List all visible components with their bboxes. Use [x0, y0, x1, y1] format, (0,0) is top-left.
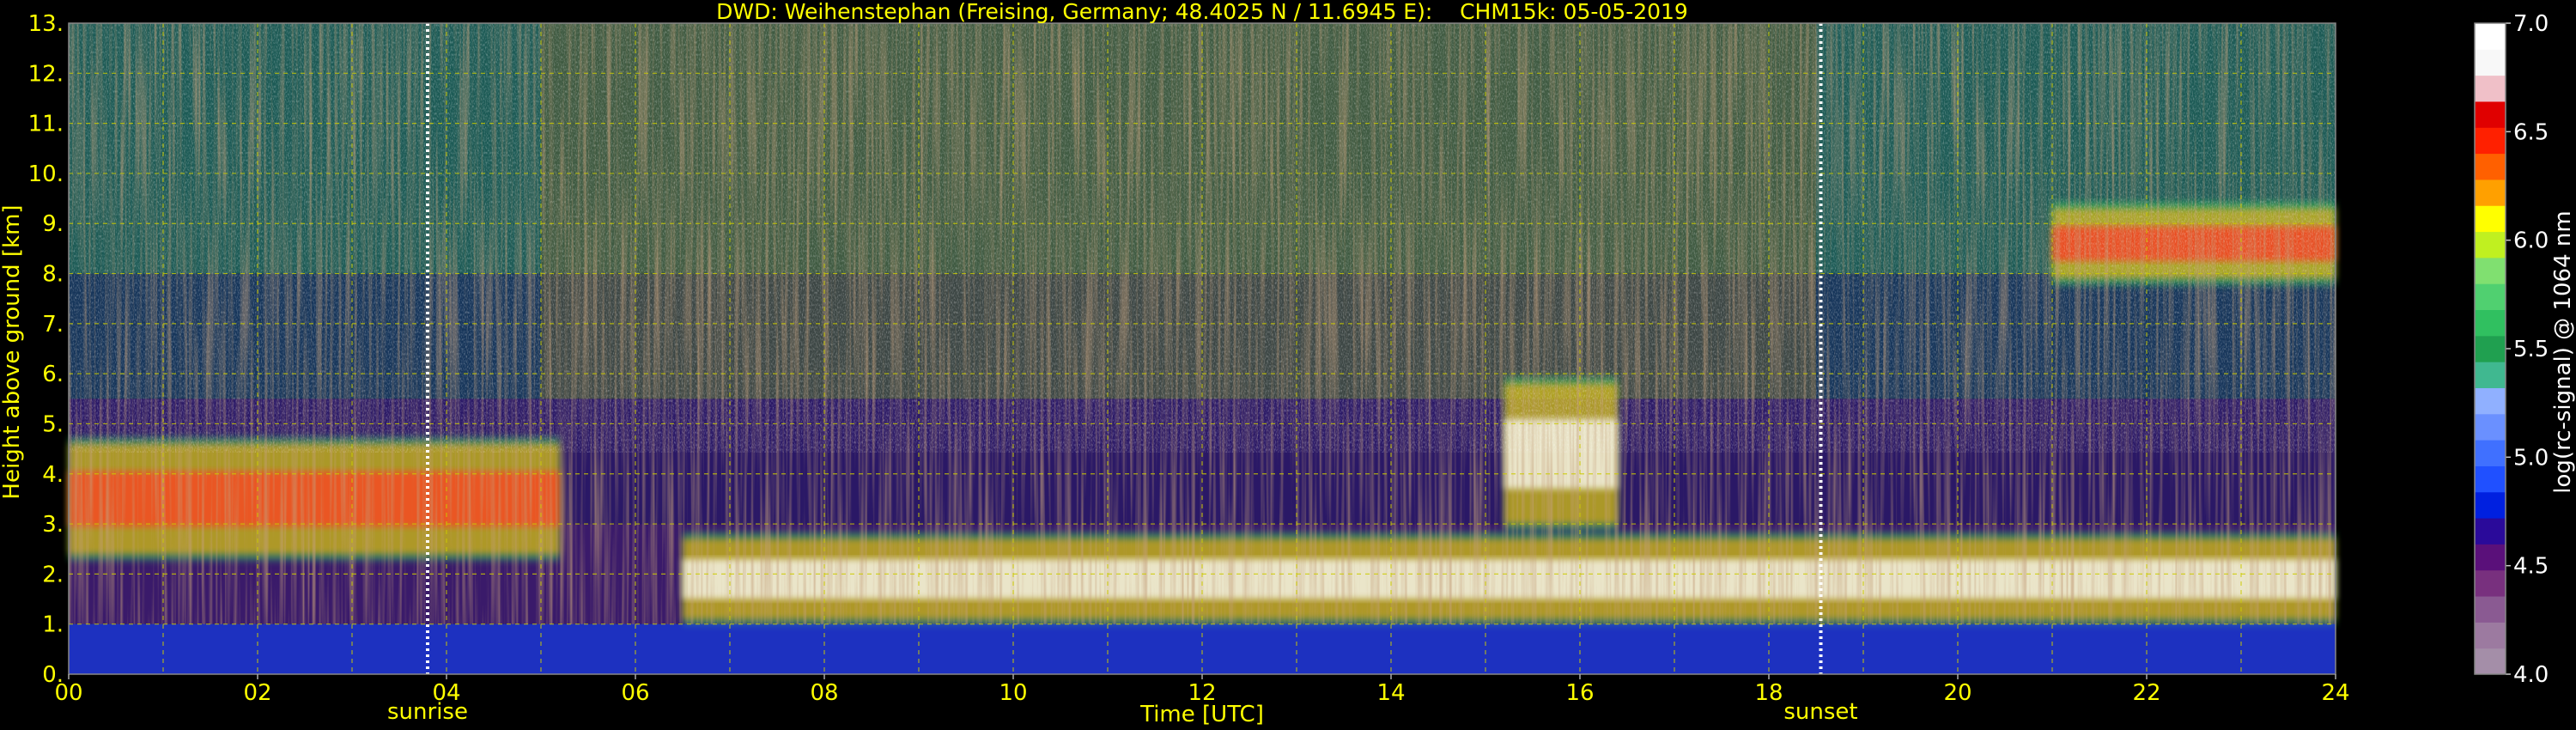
- colorbar-segment: [2475, 127, 2506, 155]
- colorbar-segment: [2475, 100, 2506, 128]
- x-tick-label: 06: [621, 680, 649, 706]
- colorbar-segment: [2475, 75, 2506, 102]
- y-tick-label: 8.: [42, 262, 64, 288]
- colorbar-segment: [2475, 153, 2506, 180]
- colorbar-segment: [2475, 622, 2506, 649]
- colorbar-segment: [2475, 596, 2506, 623]
- colorbar-tick-label: 6.0: [2513, 228, 2549, 254]
- y-tick-label: 9.: [42, 211, 64, 237]
- y-tick-label: 7.: [42, 312, 64, 338]
- x-tick-label: 00: [54, 680, 82, 706]
- colorbar-segment: [2475, 387, 2506, 415]
- colorbar-segment: [2475, 465, 2506, 493]
- colorbar-tick-label: 4.5: [2513, 554, 2549, 580]
- y-tick-label: 5.: [42, 411, 64, 437]
- lidar-ceilometer-chart: sunrise sunset 0.1.2.3.4.5.6.7.8.9.10.11.…: [0, 0, 2576, 727]
- x-tick-label: 22: [2132, 680, 2160, 706]
- colorbar-segment: [2475, 491, 2506, 519]
- colorbar-segment: [2475, 518, 2506, 544]
- x-tick-label: 04: [432, 680, 460, 706]
- colorbar-tick-label: 7.0: [2513, 11, 2549, 37]
- colorbar-segment: [2475, 49, 2506, 76]
- colorbar-segment: [2475, 309, 2506, 337]
- x-tick-label: 18: [1754, 680, 1783, 706]
- x-tick-label: 24: [2321, 680, 2349, 706]
- y-axis-label: Height above ground [km]: [0, 204, 25, 499]
- colorbar-segment: [2475, 569, 2506, 597]
- y-tick-label: 4.: [42, 462, 64, 488]
- colorbar-segment: [2475, 335, 2506, 362]
- x-tick-label: 10: [999, 680, 1027, 706]
- colorbar-segment: [2475, 544, 2506, 571]
- colorbar-segment: [2475, 648, 2506, 675]
- x-tick-label: 08: [810, 680, 838, 706]
- y-tick-label: 3.: [42, 512, 64, 538]
- colorbar-tick-label: 6.5: [2513, 119, 2549, 145]
- colorbar-tick-label: 5.0: [2513, 445, 2549, 471]
- colorbar-segment: [2475, 231, 2506, 259]
- colorbar-segment: [2475, 23, 2506, 50]
- colorbar-segment: [2475, 205, 2506, 233]
- colorbar-tick-label: 4.0: [2513, 662, 2549, 688]
- colorbar: 4.0 4.5 5.0 5.5 6.0 6.5 7.0: [2475, 11, 2549, 688]
- colorbar-segment: [2475, 257, 2506, 284]
- chart-title: DWD: Weihenstephan (Freising, Germany; 4…: [716, 0, 1688, 24]
- x-tick-label: 14: [1376, 680, 1405, 706]
- colorbar-segment: [2475, 283, 2506, 311]
- y-tick-label: 11.: [28, 112, 64, 137]
- x-tick-label: 16: [1565, 680, 1594, 706]
- x-tick-label: 02: [243, 680, 271, 706]
- x-axis-label: Time [UTC]: [1139, 702, 1264, 727]
- y-tick-label: 2.: [42, 562, 64, 587]
- colorbar-segment: [2475, 440, 2506, 466]
- x-tick-label: 20: [1943, 680, 1971, 706]
- colorbar-tick-label: 5.5: [2513, 337, 2549, 362]
- sunset-label: sunset: [1783, 699, 1857, 725]
- y-tick-label: 13.: [28, 11, 64, 37]
- colorbar-label: log(rc-signal) @ 1064 nm: [2550, 210, 2576, 493]
- colorbar-segment: [2475, 362, 2506, 388]
- y-tick-label: 12.: [28, 61, 64, 87]
- y-tick-labels: 0.1.2.3.4.5.6.7.8.9.10.11.12.13.: [28, 11, 64, 688]
- near-ground-aerosol: [69, 624, 2336, 674]
- y-tick-label: 6.: [42, 362, 64, 387]
- y-tick-label: 10.: [28, 161, 64, 187]
- colorbar-segment: [2475, 179, 2506, 206]
- y-tick-label: 1.: [42, 612, 64, 638]
- colorbar-segment: [2475, 413, 2506, 441]
